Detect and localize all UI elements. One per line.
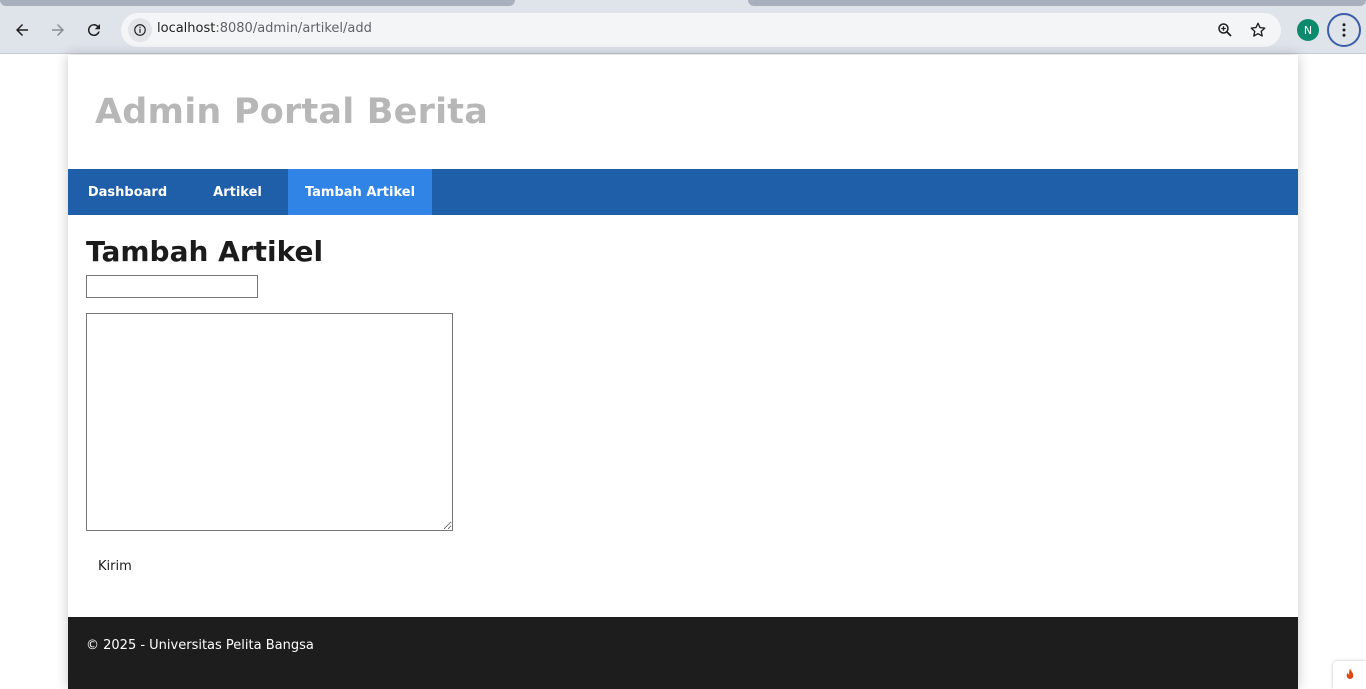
arrow-left-icon (16, 24, 28, 36)
debug-toolbar-toggle[interactable] (1333, 661, 1366, 689)
page-viewport: Admin Portal Berita Dashboard Artikel Ta… (0, 55, 1366, 689)
more-vertical-icon (1342, 23, 1346, 37)
arrow-right-icon (52, 24, 64, 36)
nav-item-artikel[interactable]: Artikel (187, 169, 288, 215)
back-button[interactable] (8, 16, 36, 44)
bookmark-star-icon[interactable] (1249, 21, 1267, 39)
profile-avatar[interactable]: N (1297, 19, 1319, 41)
reload-icon (87, 24, 100, 37)
reload-button[interactable] (80, 16, 108, 44)
article-title-input[interactable] (86, 275, 258, 298)
browser-menu-button[interactable] (1327, 13, 1361, 47)
site-info-icon[interactable] (128, 18, 152, 42)
url-host: localhost (157, 21, 216, 36)
nav-item-dashboard[interactable]: Dashboard (68, 169, 187, 215)
page-container: Admin Portal Berita Dashboard Artikel Ta… (68, 55, 1298, 689)
main-navbar: Dashboard Artikel Tambah Artikel (68, 169, 1298, 215)
address-bar[interactable]: localhost:8080/admin/artikel/add (121, 13, 1281, 47)
flame-icon (1346, 668, 1353, 679)
footer-copyright: © 2025 - Universitas Pelita Bangsa (86, 638, 314, 653)
submit-button[interactable]: Kirim (98, 559, 132, 574)
site-title: Admin Portal Berita (95, 92, 489, 132)
url-text[interactable]: localhost:8080/admin/artikel/add (157, 21, 372, 36)
article-content-textarea[interactable] (86, 313, 453, 531)
forward-button[interactable] (44, 16, 72, 44)
browser-toolbar: localhost:8080/admin/artikel/add N (0, 6, 1366, 54)
url-path: :8080/admin/artikel/add (215, 21, 372, 36)
site-footer: © 2025 - Universitas Pelita Bangsa (68, 617, 1298, 689)
site-header: Admin Portal Berita (68, 55, 1298, 169)
zoom-icon[interactable] (1216, 21, 1234, 39)
page-title: Tambah Artikel (86, 235, 324, 268)
nav-item-tambah-artikel[interactable]: Tambah Artikel (288, 169, 432, 215)
profile-initial: N (1303, 23, 1313, 37)
